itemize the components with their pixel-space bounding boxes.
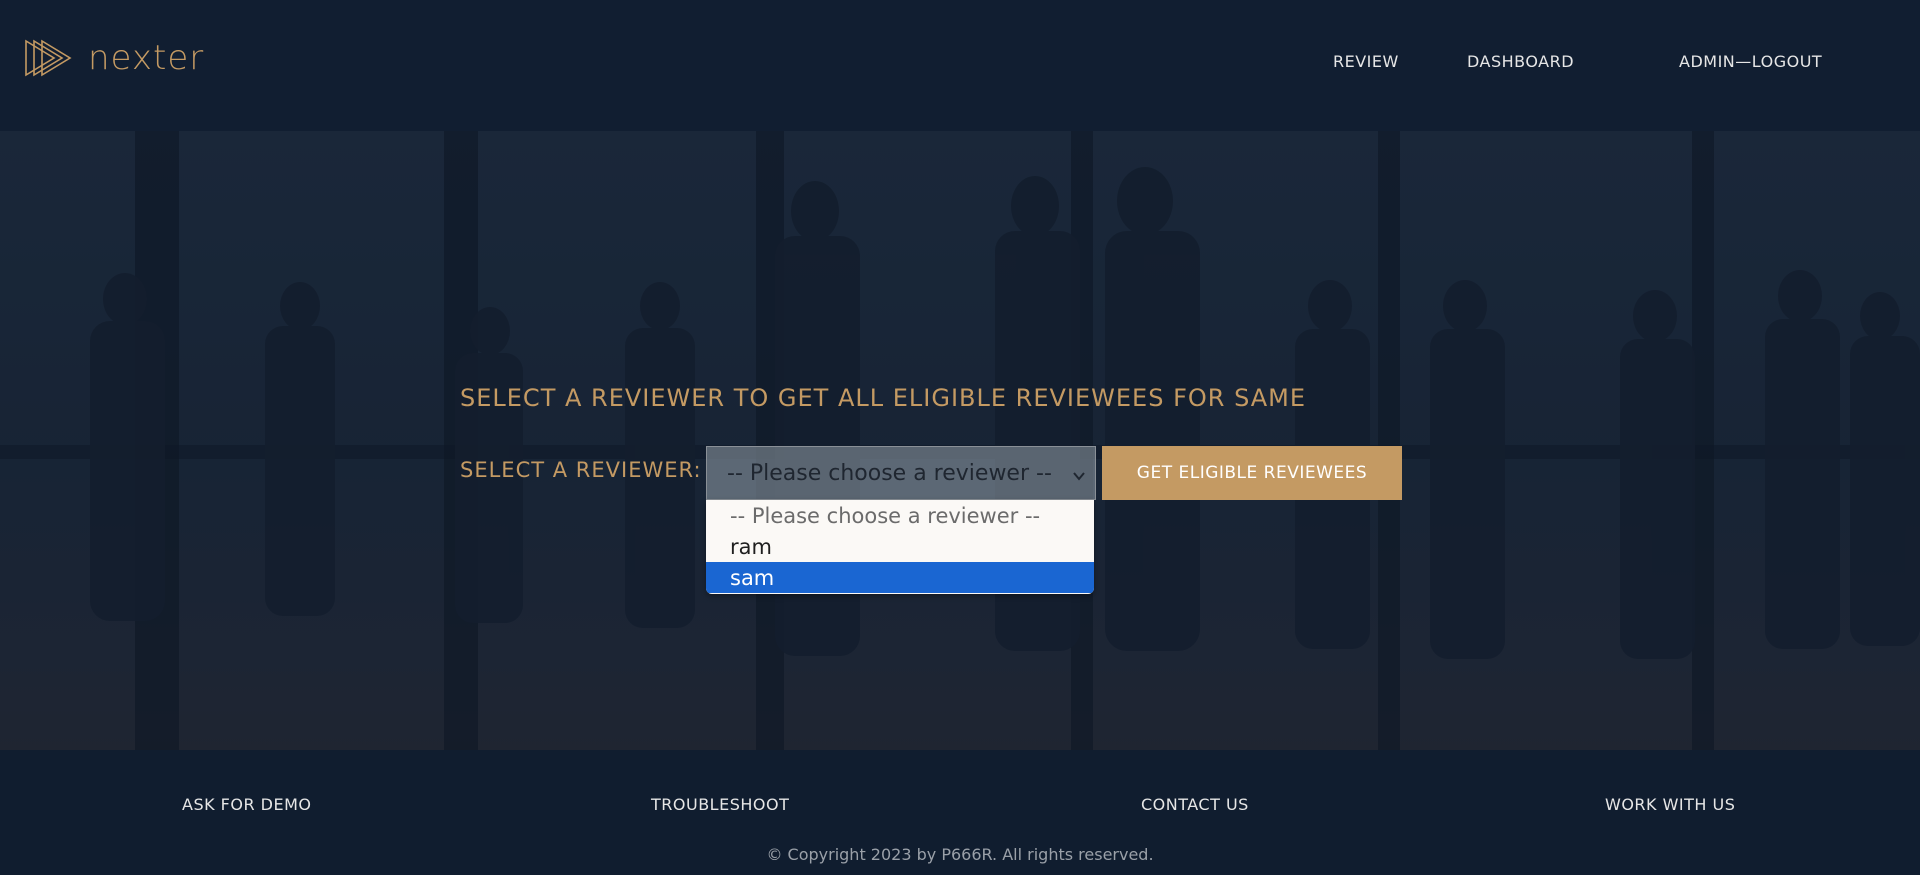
chevron-down-icon: [1071, 465, 1087, 481]
nav-dashboard[interactable]: DASHBOARD: [1467, 52, 1574, 71]
hero-overlay: [0, 131, 1920, 750]
dropdown-option[interactable]: ram: [706, 531, 1094, 562]
brand-name: nexter: [88, 38, 205, 78]
reviewer-select-value: -- Please choose a reviewer --: [727, 460, 1052, 486]
triple-play-logo-icon: [24, 38, 76, 78]
dropdown-option[interactable]: -- Please choose a reviewer --: [706, 500, 1094, 531]
footer-link-ask-for-demo[interactable]: ASK FOR DEMO: [182, 795, 312, 814]
site-header: nexter REVIEW DASHBOARD ADMIN—LOGOUT: [0, 0, 1920, 131]
nav-review[interactable]: REVIEW: [1333, 52, 1399, 71]
brand-logo[interactable]: nexter: [24, 36, 204, 80]
reviewer-label: SELECT A REVIEWER:: [460, 458, 702, 482]
hero-section: SELECT A REVIEWER TO GET ALL ELIGIBLE RE…: [0, 131, 1920, 750]
reviewer-select[interactable]: -- Please choose a reviewer --: [706, 446, 1096, 500]
get-eligible-reviewees-button[interactable]: GET ELIGIBLE REVIEWEES: [1102, 446, 1402, 500]
footer-link-contact-us[interactable]: CONTACT US: [1141, 795, 1249, 814]
copyright-text: © Copyright 2023 by P666R. All rights re…: [766, 845, 1154, 864]
reviewer-dropdown-list: -- Please choose a reviewer -- ram sam: [706, 500, 1094, 594]
dropdown-option-highlighted[interactable]: sam: [706, 562, 1094, 593]
site-footer: ASK FOR DEMO TROUBLESHOOT CONTACT US WOR…: [0, 750, 1920, 875]
nav-admin-logout[interactable]: ADMIN—LOGOUT: [1679, 52, 1822, 71]
footer-link-troubleshoot[interactable]: TROUBLESHOOT: [651, 795, 789, 814]
footer-link-work-with-us[interactable]: WORK WITH US: [1605, 795, 1735, 814]
page-title: SELECT A REVIEWER TO GET ALL ELIGIBLE RE…: [460, 384, 1307, 412]
